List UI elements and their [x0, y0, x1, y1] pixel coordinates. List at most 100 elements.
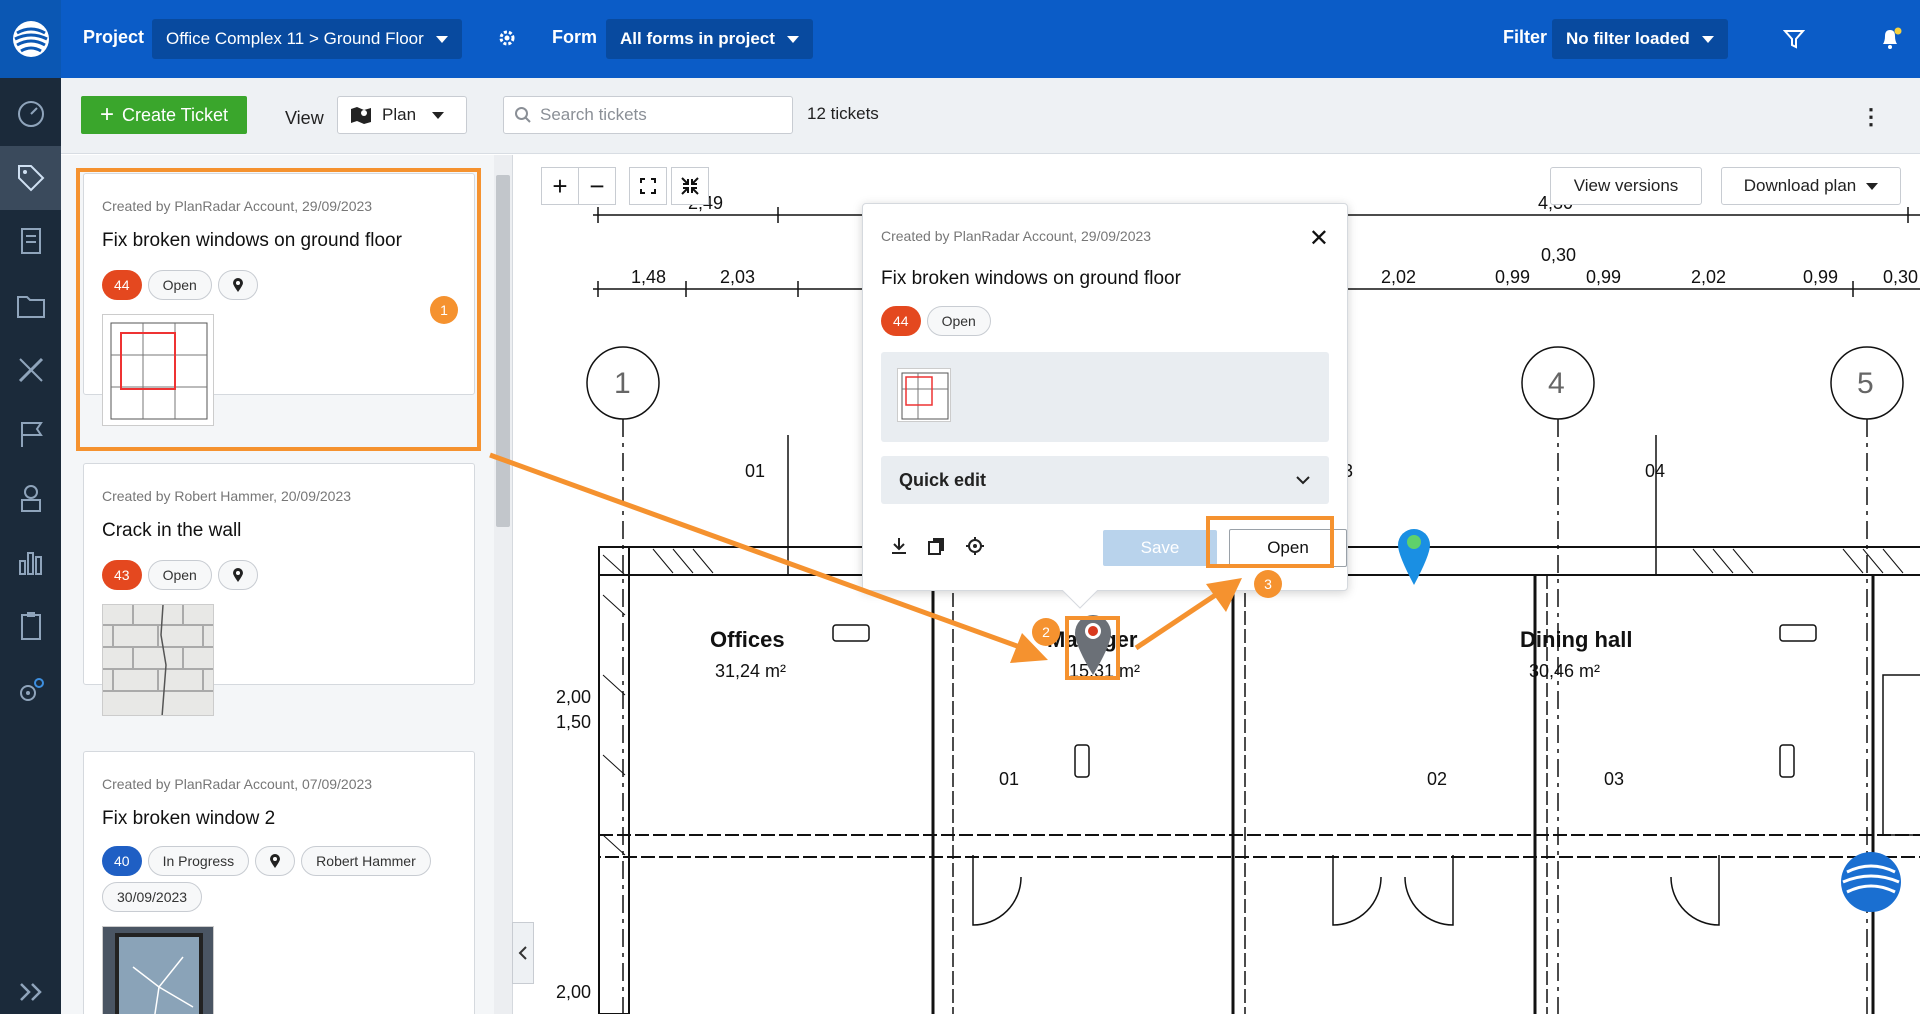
svg-text:Offices: Offices	[710, 627, 785, 652]
ticket-popup: Created by PlanRadar Account, 29/09/2023…	[862, 203, 1348, 591]
download-icon	[892, 538, 906, 554]
view-select[interactable]: Plan	[337, 96, 467, 134]
window-photo-thumbnail[interactable]	[102, 926, 214, 1014]
copy-button[interactable]	[927, 536, 947, 561]
ticket-card[interactable]: Created by PlanRadar Account, 07/09/2023…	[83, 751, 475, 1014]
zoom-out-button[interactable]: −	[578, 167, 616, 205]
project-label: Project	[83, 27, 145, 47]
close-icon[interactable]: ✕	[1309, 224, 1329, 253]
filter-button[interactable]	[1782, 28, 1806, 55]
funnel-icon	[1782, 30, 1806, 49]
svg-text:2,02: 2,02	[1691, 267, 1726, 287]
filter-value: No filter loaded	[1566, 29, 1690, 48]
statistics-nav[interactable]	[0, 530, 61, 594]
search-box[interactable]	[503, 96, 793, 134]
filter-select[interactable]: No filter loaded	[1552, 19, 1728, 59]
ticket-meta: Created by Robert Hammer, 20/09/2023	[102, 488, 352, 504]
project-settings-button[interactable]	[496, 27, 518, 54]
open-ticket-button[interactable]: Open	[1229, 529, 1347, 567]
svg-text:0,30: 0,30	[1883, 267, 1918, 287]
svg-text:Dining hall: Dining hall	[1520, 627, 1632, 652]
save-button[interactable]: Save	[1103, 530, 1217, 566]
locate-button[interactable]	[965, 536, 985, 561]
copy-icon	[928, 538, 944, 555]
more-options-icon[interactable]: ⋮	[1860, 104, 1882, 130]
tickets-nav[interactable]	[0, 146, 61, 210]
view-versions-label: View versions	[1573, 176, 1679, 195]
gears-icon	[19, 678, 44, 701]
flag-icon	[20, 422, 43, 447]
wall-photo-thumbnail[interactable]	[102, 604, 214, 716]
documents-nav[interactable]	[0, 274, 61, 338]
ticket-meta: Created by PlanRadar Account, 29/09/2023	[102, 198, 373, 214]
collapse-arrows-icon	[681, 177, 699, 195]
collapse-list-button[interactable]	[512, 922, 534, 984]
location-pin-blue[interactable]	[1398, 529, 1430, 585]
minus-icon: −	[589, 170, 605, 201]
forms-nav[interactable]	[0, 210, 61, 274]
search-input[interactable]	[540, 105, 780, 125]
svg-text:1: 1	[614, 367, 631, 400]
fullscreen-button[interactable]	[629, 167, 667, 205]
ticket-number-badge: 40	[102, 846, 142, 876]
popup-number-badge: 44	[881, 306, 921, 336]
svg-text:2,00: 2,00	[556, 982, 591, 1002]
app-logo[interactable]	[0, 0, 61, 78]
plans-nav[interactable]	[0, 338, 61, 402]
location-chip[interactable]	[217, 270, 258, 300]
ticket-card[interactable]: Created by PlanRadar Account, 29/09/2023…	[83, 173, 475, 426]
ticket-number-badge: 44	[102, 270, 142, 300]
notifications-button[interactable]	[1878, 26, 1904, 57]
ticket-number-badge: 43	[102, 560, 142, 590]
planradar-logo-icon	[12, 21, 49, 57]
expand-nav[interactable]	[0, 960, 61, 1024]
ticket-count: 12 tickets	[807, 104, 879, 123]
download-button[interactable]	[889, 536, 909, 561]
side-nav	[0, 0, 61, 1014]
project-select[interactable]: Office Complex 11 > Ground Floor	[152, 19, 462, 59]
plan-thumbnail[interactable]	[102, 314, 214, 426]
top-bar: Project Office Complex 11 > Ground Floor…	[61, 0, 1920, 78]
plan-thumbnail-image	[110, 322, 208, 420]
view-value: Plan	[382, 105, 417, 124]
svg-text:0,99: 0,99	[1495, 267, 1530, 287]
caret-down-icon	[1701, 35, 1714, 43]
map-icon	[351, 107, 371, 124]
filter-label: Filter	[1503, 27, 1548, 47]
view-versions-button[interactable]: View versions	[1550, 167, 1702, 205]
ticket-meta: Created by PlanRadar Account, 07/09/2023	[102, 776, 373, 792]
form-select[interactable]: All forms in project	[606, 19, 813, 59]
flag-nav[interactable]	[0, 402, 61, 466]
double-chevron-right-icon	[19, 983, 42, 1001]
caret-down-icon	[786, 35, 799, 43]
ticket-list: Created by PlanRadar Account, 29/09/2023…	[61, 155, 511, 1014]
pin-icon	[232, 568, 243, 582]
svg-text:01: 01	[745, 461, 765, 481]
svg-text:5: 5	[1857, 367, 1874, 400]
reports-nav[interactable]	[0, 594, 61, 658]
create-ticket-button[interactable]: + Create Ticket	[81, 96, 247, 134]
gear-icon	[499, 30, 515, 46]
quick-edit-toggle[interactable]: Quick edit	[881, 456, 1329, 504]
fit-plan-button[interactable]	[671, 167, 709, 205]
popup-plan-thumbnail[interactable]	[897, 368, 951, 422]
svg-text:15,31 m²: 15,31 m²	[1069, 661, 1140, 681]
ruler-pencil-icon	[18, 357, 43, 383]
clipboard-icon	[20, 612, 41, 640]
step-badge-1: 1	[430, 296, 458, 324]
users-nav[interactable]	[0, 466, 61, 530]
popup-meta: Created by PlanRadar Account, 29/09/2023	[881, 228, 1152, 244]
ticket-card[interactable]: Created by Robert Hammer, 20/09/2023 Cra…	[83, 463, 475, 716]
zoom-in-button[interactable]: +	[541, 167, 579, 205]
form-label: Form	[552, 27, 597, 47]
list-scroll-thumb[interactable]	[496, 175, 510, 527]
dashboard-nav[interactable]	[0, 82, 61, 146]
broken-window-image	[103, 927, 213, 1014]
location-chip[interactable]	[217, 560, 258, 590]
location-chip[interactable]	[255, 846, 296, 876]
popup-title: Fix broken windows on ground floor	[881, 268, 1181, 289]
settings-nav[interactable]	[0, 658, 61, 722]
plan-thumbnail-image	[901, 372, 949, 420]
download-plan-button[interactable]: Download plan	[1721, 167, 1901, 205]
pin-icon	[232, 278, 243, 292]
